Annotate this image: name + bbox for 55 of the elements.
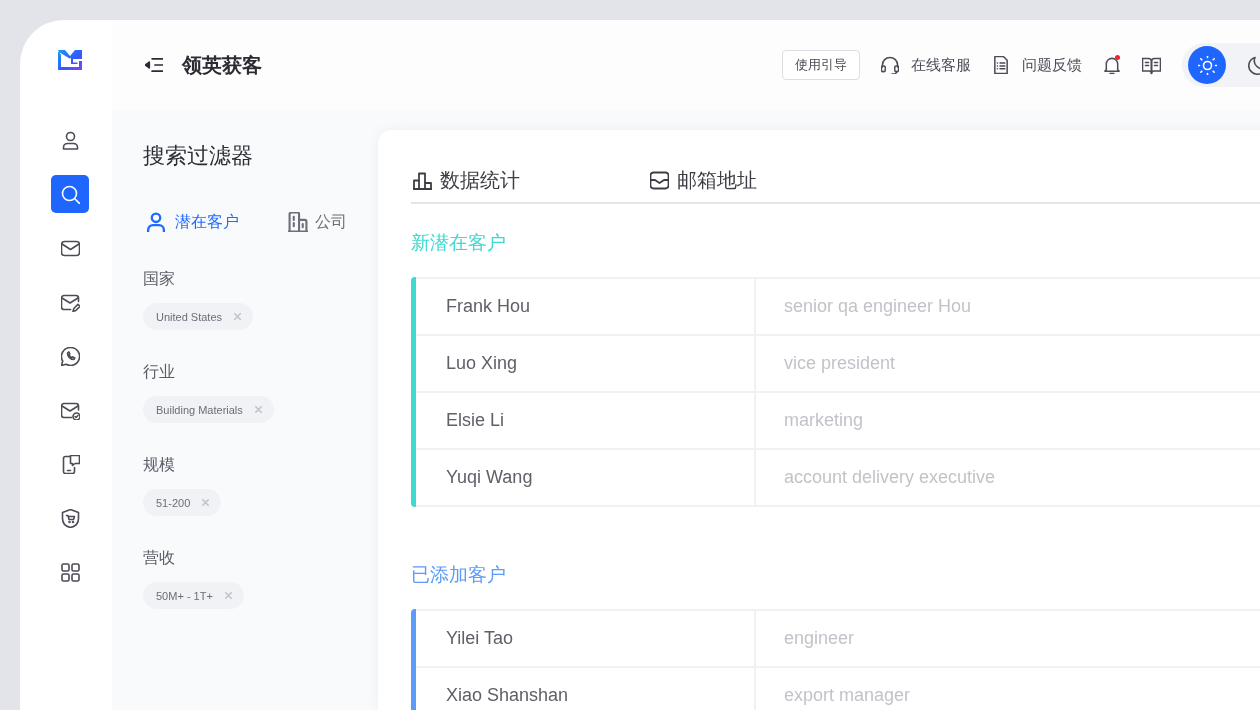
user-icon — [60, 130, 80, 150]
header-link[interactable]: 问题反馈 — [992, 55, 1082, 75]
section-title: 已添加客户 — [411, 563, 507, 587]
header-link[interactable]: 在线客服 — [881, 55, 971, 75]
app-title: 领英获客 — [182, 52, 262, 78]
bar-chart-icon — [413, 170, 432, 190]
tag-label: 50M+ - 1T+ — [156, 589, 213, 602]
bell-icon — [1103, 56, 1121, 74]
contact-name-cell: Xiao Shanshan — [416, 668, 756, 710]
guide-button[interactable]: 使用引导 — [782, 50, 860, 80]
sun-icon — [1197, 55, 1217, 75]
menu-fold-icon[interactable] — [145, 56, 163, 74]
filter-label: 行业 — [143, 362, 176, 382]
job-title-cell-text: marketing — [783, 409, 865, 432]
building-icon — [288, 212, 308, 232]
notifications-button[interactable] — [1103, 56, 1121, 74]
inbox-icon — [650, 170, 669, 190]
content-tab[interactable]: 数据统计 — [413, 166, 520, 194]
tag-label: 51-200 — [156, 496, 191, 509]
book-icon[interactable] — [1142, 55, 1161, 75]
filter-label: 规模 — [143, 455, 176, 475]
shield-cart-icon — [60, 508, 80, 528]
search-icon — [60, 184, 80, 204]
document-icon — [992, 56, 1010, 74]
contact-name-cell: Luo Xing — [416, 336, 756, 391]
job-title-cell-text: senior qa engineer Hou — [783, 295, 973, 318]
filter-label: 营收 — [143, 548, 176, 568]
job-title-cell-text: account delivery executive — [783, 466, 997, 489]
filter-label: 国家 — [143, 269, 176, 289]
contact-name-cell: Frank Hou — [416, 279, 756, 334]
job-title-cell-text: export manager — [783, 684, 912, 707]
job-title-cell-text: vice president — [783, 352, 897, 375]
phone-message-icon — [60, 454, 80, 474]
filter-tab[interactable]: 公司 — [288, 210, 347, 234]
logo-icon — [58, 50, 82, 70]
contact-name-cell: Elsie Li — [416, 393, 756, 448]
contact-name-cell: Yuqi Wang — [416, 450, 756, 505]
section-title: 新潜在客户 — [411, 231, 507, 255]
filter-panel-title: 搜索过滤器 — [143, 144, 254, 168]
mail-edit-icon — [60, 292, 80, 312]
moon-icon — [1247, 55, 1260, 75]
tag-label: Building Materials — [156, 403, 243, 416]
user-icon — [146, 212, 166, 232]
headset-icon — [881, 56, 899, 74]
mail-icon — [60, 238, 80, 258]
filter-tab[interactable]: 潜在客户 — [146, 210, 239, 234]
mail-check-icon — [60, 400, 80, 420]
job-title-cell-text: engineer — [783, 627, 856, 650]
grid-icon — [60, 562, 80, 582]
content-tab[interactable]: 邮箱地址 — [650, 166, 757, 194]
light-mode-button[interactable] — [1188, 46, 1226, 84]
chat-phone-icon — [60, 346, 80, 366]
sidebar-button[interactable] — [51, 175, 89, 213]
contact-name-cell: Yilei Tao — [416, 611, 756, 666]
tag-label: United States — [156, 310, 223, 323]
